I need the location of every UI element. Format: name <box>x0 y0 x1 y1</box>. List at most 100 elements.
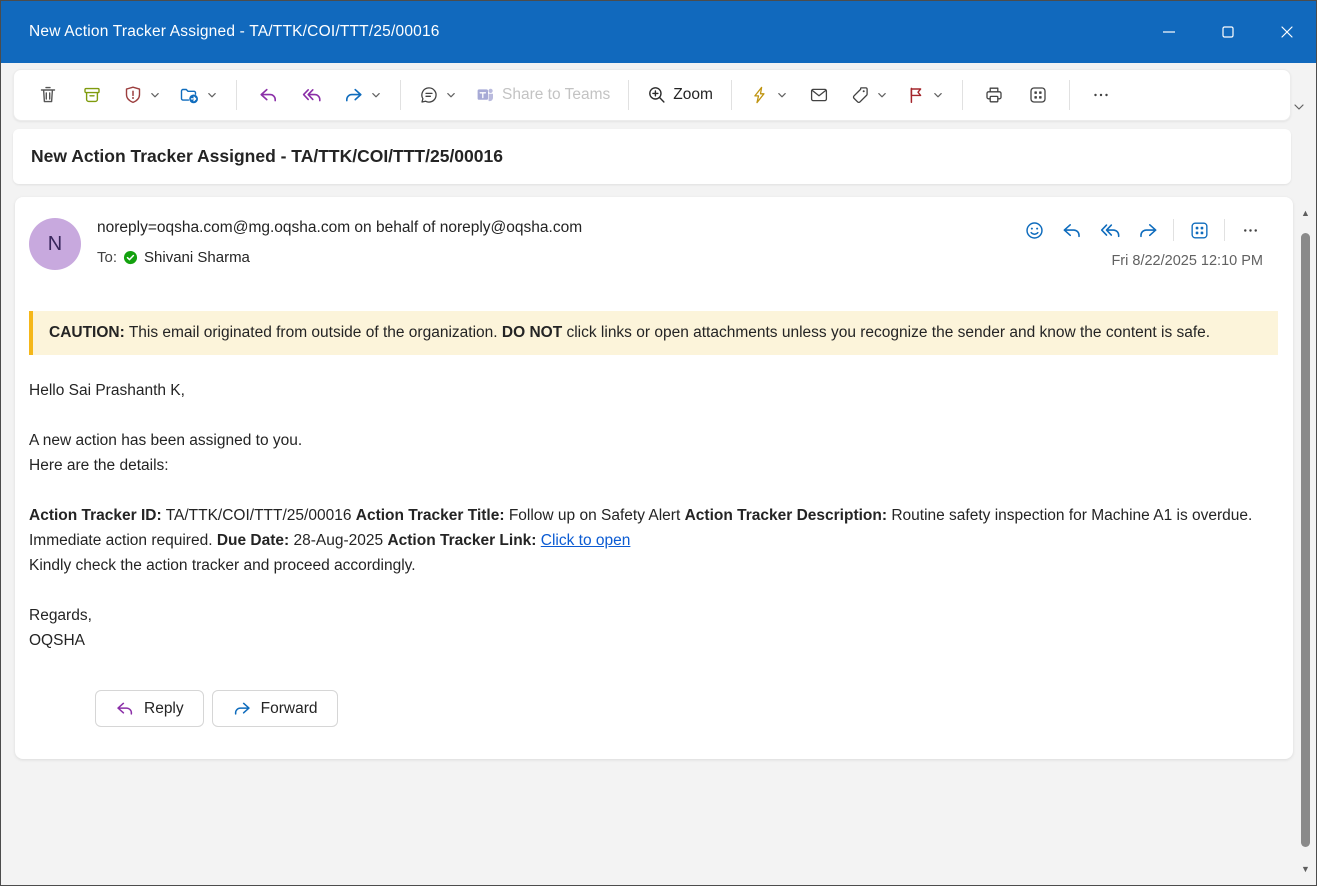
move-to-folder-button[interactable] <box>170 76 227 114</box>
toolbar-divider <box>400 80 401 110</box>
recipient-name[interactable]: Shivani Sharma <box>144 249 250 266</box>
move-folder-icon <box>179 85 200 105</box>
forward-icon <box>343 85 364 105</box>
chevron-down-icon[interactable] <box>445 89 457 101</box>
vertical-scrollbar[interactable]: ▲ ▼ <box>1296 201 1315 879</box>
message-timestamp: Fri 8/22/2025 12:10 PM <box>1111 253 1263 269</box>
reply-all-button[interactable] <box>290 76 334 114</box>
reply-all-icon <box>1099 220 1122 241</box>
archive-icon <box>82 85 102 105</box>
envelope-icon <box>809 85 829 105</box>
message-chat-button[interactable] <box>410 76 466 114</box>
subject-bar: New Action Tracker Assigned - TA/TTK/COI… <box>13 129 1291 184</box>
quick-steps-button[interactable] <box>741 76 797 114</box>
share-to-teams-button[interactable]: Share to Teams <box>466 76 619 114</box>
header-divider <box>1224 219 1225 241</box>
quick-reply-actions: Reply Forward <box>95 690 338 727</box>
detail-due-date-label: Due Date: <box>217 532 289 549</box>
toolbar-divider <box>962 80 963 110</box>
chevron-down-icon[interactable] <box>932 89 944 101</box>
toolbar-expand-button[interactable] <box>1292 97 1312 117</box>
closing-line: Kindly check the action tracker and proc… <box>29 553 1275 578</box>
quick-reply-label: Reply <box>144 700 184 718</box>
zoom-magnifier-icon <box>647 85 667 105</box>
regards-line: Regards, <box>29 603 1275 628</box>
apps-grid-icon <box>1028 85 1048 105</box>
chevron-down-icon[interactable] <box>876 89 888 101</box>
archive-button[interactable] <box>70 76 114 114</box>
more-actions-button[interactable] <box>1079 76 1123 114</box>
chevron-down-icon[interactable] <box>149 89 161 101</box>
quick-forward-button[interactable]: Forward <box>212 690 338 727</box>
window-controls <box>1139 1 1316 63</box>
message-pane: N noreply=oqsha.com@mg.oqsha.com on beha… <box>15 197 1293 759</box>
chevron-down-icon[interactable] <box>370 89 382 101</box>
intro-line-2: Here are the details: <box>29 453 1275 478</box>
scroll-down-button[interactable]: ▼ <box>1296 861 1315 877</box>
mark-unread-button[interactable] <box>797 76 841 114</box>
quick-reply-button[interactable]: Reply <box>95 690 204 727</box>
maximize-button[interactable] <box>1198 1 1257 63</box>
reply-message-button[interactable] <box>1057 215 1087 245</box>
reply-all-message-button[interactable] <box>1095 215 1125 245</box>
minimize-icon <box>1161 24 1177 40</box>
toolbar: Share to Teams Zoom <box>13 69 1291 121</box>
close-icon <box>1279 24 1295 40</box>
forward-button[interactable] <box>334 76 391 114</box>
share-to-teams-label: Share to Teams <box>502 86 610 104</box>
to-label: To: <box>97 249 117 266</box>
ellipsis-icon <box>1241 221 1260 240</box>
categorize-button[interactable] <box>841 76 897 114</box>
chevron-down-icon[interactable] <box>776 89 788 101</box>
chat-bubble-icon <box>419 85 439 105</box>
smiley-icon <box>1024 220 1045 241</box>
intro-line-1: A new action has been assigned to you. <box>29 428 1275 453</box>
reply-icon <box>115 699 135 718</box>
scrollbar-thumb[interactable] <box>1301 233 1310 847</box>
email-subject: New Action Tracker Assigned - TA/TTK/COI… <box>31 146 503 167</box>
follow-up-flag-button[interactable] <box>897 76 953 114</box>
flag-icon <box>906 85 926 105</box>
greeting-line: Hello Sai Prashanth K, <box>29 378 1275 403</box>
outlook-message-window: New Action Tracker Assigned - TA/TTK/COI… <box>0 0 1317 886</box>
delete-button[interactable] <box>26 76 70 114</box>
apps-grid-icon <box>1189 220 1210 241</box>
scroll-up-button[interactable]: ▲ <box>1296 205 1315 221</box>
email-body: Hello Sai Prashanth K, A new action has … <box>29 378 1275 653</box>
toolbar-divider <box>1069 80 1070 110</box>
reply-button[interactable] <box>246 76 290 114</box>
caution-text-2: click links or open attachments unless y… <box>566 324 1210 341</box>
teams-icon <box>475 85 496 105</box>
message-more-button[interactable] <box>1235 215 1265 245</box>
message-apps-button[interactable] <box>1184 215 1214 245</box>
lightning-icon <box>750 85 770 105</box>
quick-forward-label: Forward <box>261 700 318 718</box>
detail-id-value: TA/TTK/COI/TTT/25/00016 <box>166 507 352 524</box>
detail-title-label: Action Tracker Title: <box>356 507 505 524</box>
titlebar: New Action Tracker Assigned - TA/TTK/COI… <box>1 1 1316 63</box>
action-tracker-link[interactable]: Click to open <box>541 532 631 549</box>
detail-due-date-value: 28-Aug-2025 <box>294 532 384 549</box>
forward-message-button[interactable] <box>1133 215 1163 245</box>
toolbar-divider <box>731 80 732 110</box>
reactions-button[interactable] <box>1019 215 1049 245</box>
detail-description-label: Action Tracker Description: <box>685 507 887 524</box>
chevron-down-icon[interactable] <box>206 89 218 101</box>
message-header-actions <box>1019 215 1265 245</box>
external-caution-banner: CAUTION: This email originated from outs… <box>29 311 1278 355</box>
detail-link-label: Action Tracker Link: <box>387 532 536 549</box>
caution-text-1: This email originated from outside of th… <box>129 324 498 341</box>
header-divider <box>1173 219 1174 241</box>
sender-avatar[interactable]: N <box>29 218 81 270</box>
ellipsis-icon <box>1091 85 1111 105</box>
apps-button[interactable] <box>1016 76 1060 114</box>
minimize-button[interactable] <box>1139 1 1198 63</box>
zoom-button[interactable]: Zoom <box>638 76 722 114</box>
forward-icon <box>1137 220 1159 241</box>
report-button[interactable] <box>114 76 170 114</box>
caution-do-not: DO NOT <box>502 324 562 341</box>
close-button[interactable] <box>1257 1 1316 63</box>
window-title: New Action Tracker Assigned - TA/TTK/COI… <box>29 23 440 41</box>
print-button[interactable] <box>972 76 1016 114</box>
reply-all-icon <box>301 85 323 105</box>
